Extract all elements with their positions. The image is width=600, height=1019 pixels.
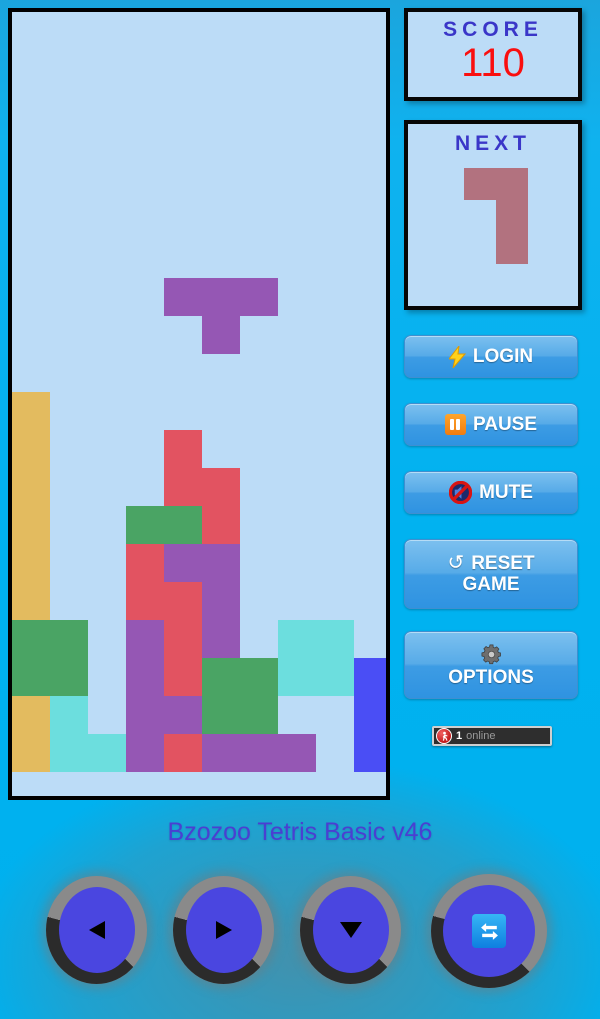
board-cell	[164, 582, 202, 620]
board-cell	[12, 620, 50, 658]
board-cell	[278, 734, 316, 772]
pause-icon	[444, 414, 466, 435]
board-cell	[164, 506, 202, 544]
board-cell	[202, 582, 240, 620]
online-counter-badge[interactable]: 1 online	[432, 726, 552, 746]
board-cell	[126, 506, 164, 544]
login-button[interactable]: LOGIN	[404, 335, 578, 378]
score-label: SCORE	[443, 18, 543, 41]
board-cell	[126, 658, 164, 696]
board-cell	[126, 544, 164, 582]
board-cell	[202, 620, 240, 658]
active-piece-cell	[202, 278, 240, 316]
online-label: online	[466, 730, 496, 742]
board-cell	[164, 658, 202, 696]
rotate-arrows-icon	[472, 914, 506, 948]
active-piece-cell	[202, 316, 240, 354]
board-cell	[50, 734, 88, 772]
reset-button-label-line1: RESET	[471, 553, 535, 574]
board-cell	[202, 658, 240, 696]
board-cell	[202, 468, 240, 506]
score-value: 110	[461, 41, 525, 85]
mute-button[interactable]: MUTE	[404, 471, 578, 514]
board-cell	[126, 734, 164, 772]
board-cell	[12, 506, 50, 544]
board-cell	[316, 658, 354, 696]
next-piece-panel: NEXT	[404, 120, 582, 310]
reset-button-label-line2: GAME	[462, 574, 520, 595]
board-cell	[316, 620, 354, 658]
next-piece-cell	[496, 168, 528, 200]
online-count: 1	[456, 730, 463, 742]
gear-icon	[480, 643, 503, 666]
next-piece-preview	[408, 156, 578, 286]
board-cell	[202, 544, 240, 582]
board-cell	[50, 658, 88, 696]
game-page: SCORE 110 NEXT LOGIN PAUSE MUTE ↺ RESET …	[0, 0, 600, 1019]
board-cell	[12, 658, 50, 696]
next-piece-cell	[496, 232, 528, 264]
reset-game-button[interactable]: ↺ RESET GAME	[404, 539, 578, 609]
board-cell	[12, 544, 50, 582]
runner-icon	[436, 728, 452, 744]
board-cell	[164, 468, 202, 506]
board-cell	[50, 696, 88, 734]
board-cell	[12, 696, 50, 734]
move-right-button[interactable]	[161, 870, 286, 990]
board-cell	[164, 696, 202, 734]
control-pad	[0, 870, 600, 995]
down-triangle-icon	[339, 922, 362, 938]
board-cell	[164, 544, 202, 582]
page-title: Bzozoo Tetris Basic v46	[167, 818, 433, 846]
active-piece-cell	[240, 278, 278, 316]
board-cell	[354, 734, 386, 772]
board-cell	[88, 734, 126, 772]
board-cell	[126, 696, 164, 734]
active-piece-cell	[164, 278, 202, 316]
board-cell	[126, 582, 164, 620]
score-panel: SCORE 110	[404, 8, 582, 101]
move-down-button[interactable]	[288, 870, 413, 990]
refresh-icon: ↺	[447, 552, 465, 574]
pause-button[interactable]: PAUSE	[404, 403, 578, 446]
game-board[interactable]	[12, 12, 386, 796]
next-label: NEXT	[454, 132, 531, 155]
board-cell	[240, 658, 278, 696]
rotate-button[interactable]	[425, 870, 553, 992]
mute-button-label: MUTE	[479, 482, 533, 503]
board-cell	[12, 582, 50, 620]
mute-speaker-icon	[449, 481, 473, 504]
board-cell	[164, 430, 202, 468]
board-cell	[354, 696, 386, 734]
board-cell	[164, 734, 202, 772]
board-cell	[278, 620, 316, 658]
next-piece-cell	[496, 200, 528, 232]
options-button[interactable]: OPTIONS	[404, 631, 578, 699]
board-cell	[126, 620, 164, 658]
board-cell	[50, 620, 88, 658]
next-piece-cell	[464, 168, 496, 200]
options-button-label: OPTIONS	[448, 666, 534, 688]
board-cell	[12, 468, 50, 506]
right-triangle-icon	[215, 921, 232, 939]
board-cell	[278, 658, 316, 696]
login-button-label: LOGIN	[472, 346, 534, 367]
board-cell	[240, 696, 278, 734]
board-cell	[12, 430, 50, 468]
board-cell	[240, 734, 278, 772]
board-cell	[354, 658, 386, 696]
board-cell	[12, 392, 50, 430]
board-cell	[164, 620, 202, 658]
pause-button-label: PAUSE	[472, 414, 538, 435]
board-cell	[12, 734, 50, 772]
move-left-button[interactable]	[34, 870, 159, 990]
game-board-frame	[8, 8, 390, 800]
board-cell	[202, 696, 240, 734]
right-panel: SCORE 110 NEXT LOGIN PAUSE MUTE ↺ RESET …	[402, 8, 592, 798]
board-cell	[202, 734, 240, 772]
board-cell	[202, 506, 240, 544]
left-triangle-icon	[88, 921, 105, 939]
lightning-bolt-icon	[448, 345, 466, 368]
